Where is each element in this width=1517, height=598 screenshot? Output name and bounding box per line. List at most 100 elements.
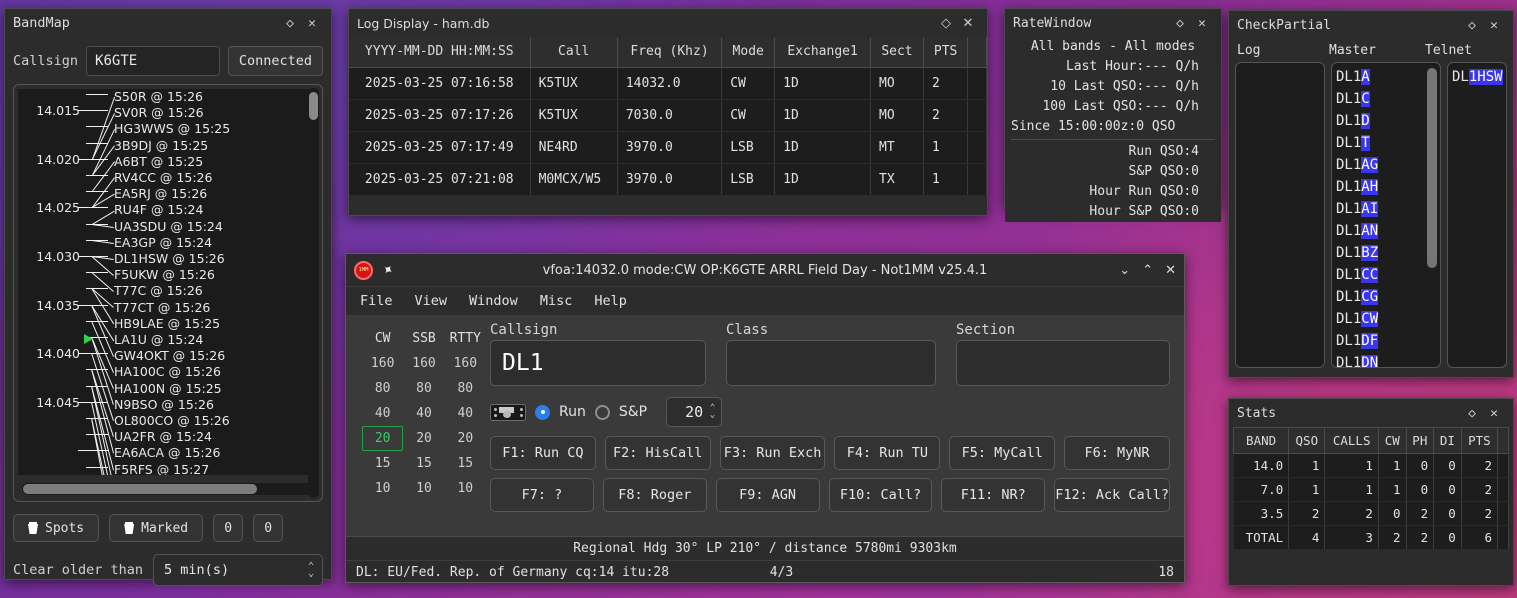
log-column-header[interactable]: YYYY-MM-DD HH:MM:SS bbox=[349, 37, 531, 68]
log-column-header[interactable]: Exchange1 bbox=[774, 37, 872, 68]
bandmap-spot[interactable]: GW4OKT @ 15:26 bbox=[114, 348, 225, 363]
menu-item-misc[interactable]: Misc bbox=[540, 293, 573, 309]
bandmap-spot[interactable]: RV4CC @ 15:26 bbox=[114, 170, 212, 185]
log-column-header[interactable]: PTS bbox=[923, 37, 969, 68]
bandmap-spot[interactable]: F5UKW @ 15:26 bbox=[114, 267, 215, 282]
check-partial-master-list[interactable]: DL1A DL1C DL1D DL1T DL1AG DL1AH DL1AI DL1AN DL1B… bbox=[1331, 62, 1441, 368]
bandmap-callsign-input[interactable]: K6GTE bbox=[86, 46, 220, 76]
function-key-f9[interactable]: F9: AGN bbox=[715, 478, 820, 512]
spinner-arrows-icon[interactable]: ⌃ ⌄ bbox=[710, 404, 715, 420]
telnet-list-item[interactable]: DL1HSW bbox=[1452, 66, 1506, 88]
stats-column-header[interactable]: DI bbox=[1433, 427, 1462, 454]
float-icon[interactable]: ◇ bbox=[1169, 13, 1191, 33]
counter-b-button[interactable]: 0 bbox=[253, 514, 284, 542]
stats-column-header[interactable]: PH bbox=[1405, 427, 1435, 454]
bandmap-spot[interactable]: T77C @ 15:26 bbox=[114, 283, 203, 298]
bandmap-spot[interactable]: HG3WWS @ 15:25 bbox=[114, 121, 230, 136]
function-key-f2[interactable]: F2: HisCall bbox=[604, 436, 711, 470]
bandmap-spot[interactable]: DL1HSW @ 15:26 bbox=[114, 251, 225, 266]
close-icon[interactable]: ✕ bbox=[1483, 15, 1505, 35]
master-scrollbar[interactable] bbox=[1426, 66, 1438, 364]
bandmap-spot[interactable]: A6BT @ 15:25 bbox=[114, 154, 203, 169]
callsign-input[interactable]: DL1 bbox=[490, 340, 706, 386]
master-list-item[interactable]: DL1CW bbox=[1336, 308, 1440, 330]
stats-column-header[interactable]: CALLS bbox=[1324, 427, 1379, 454]
band-button-cw-15[interactable]: 15 bbox=[362, 451, 403, 476]
close-icon[interactable]: ✕ bbox=[957, 13, 979, 33]
spinner-arrows-icon[interactable]: ⌃ ⌄ bbox=[308, 562, 314, 579]
table-row[interactable]: 14.0 1 1 1 0 0 2 bbox=[1233, 453, 1509, 478]
close-icon[interactable]: ✕ bbox=[1191, 13, 1213, 33]
stats-column-header[interactable]: PTS bbox=[1460, 427, 1499, 454]
function-key-f4[interactable]: F4: Run TU bbox=[834, 436, 941, 470]
master-list-item[interactable]: DL1T bbox=[1336, 132, 1440, 154]
radio-transceiver-icon[interactable] bbox=[490, 403, 526, 421]
float-icon[interactable]: ◇ bbox=[935, 13, 957, 33]
function-key-f8[interactable]: F8: Roger bbox=[602, 478, 707, 512]
bandmap-spot[interactable]: HA100N @ 15:25 bbox=[114, 381, 222, 396]
bandmap-canvas[interactable]: 14.015 14.020 14.025 14.030 14.035 14.040 14.0… bbox=[18, 89, 318, 475]
master-list-item[interactable]: DL1C bbox=[1336, 88, 1440, 110]
table-row[interactable]: 3.5 2 2 0 2 0 2 bbox=[1233, 501, 1509, 526]
function-key-f1[interactable]: F1: Run CQ bbox=[490, 436, 596, 470]
band-button-cw-20[interactable]: 20 bbox=[362, 426, 404, 451]
master-list-item[interactable]: DL1AH bbox=[1336, 176, 1440, 198]
master-list-item[interactable]: DL1AG bbox=[1336, 154, 1440, 176]
bandmap-spot[interactable]: HB9LAE @ 15:25 bbox=[114, 316, 220, 331]
table-row[interactable]: 7.0 1 1 1 0 0 2 bbox=[1233, 477, 1509, 502]
float-icon[interactable]: ◇ bbox=[1461, 403, 1483, 423]
bandmap-spot[interactable]: S50R @ 15:26 bbox=[114, 89, 203, 104]
counter-a-button[interactable]: 0 bbox=[213, 514, 244, 542]
check-partial-titlebar[interactable]: CheckPartial ◇ ✕ bbox=[1229, 11, 1513, 39]
log-column-header[interactable]: Freq (Khz) bbox=[617, 37, 723, 68]
function-key-f5[interactable]: F5: MyCall bbox=[949, 436, 1056, 470]
not1mm-titlebar[interactable]: 1MM ✦ vfoa:14032.0 mode:CW OP:K6GTE ARRL… bbox=[346, 254, 1184, 286]
menu-item-file[interactable]: File bbox=[360, 293, 393, 309]
band-button-ssb-20[interactable]: 20 bbox=[403, 426, 444, 451]
function-key-f11[interactable]: F11: NR? bbox=[941, 478, 1046, 512]
master-list-item[interactable]: DL1DF bbox=[1336, 330, 1440, 352]
function-key-f12[interactable]: F12: Ack Call? bbox=[1054, 478, 1171, 512]
float-icon[interactable]: ◇ bbox=[279, 13, 301, 33]
band-button-cw-160[interactable]: 160 bbox=[362, 351, 403, 376]
check-partial-telnet-list[interactable]: DL1HSW bbox=[1447, 62, 1507, 368]
bandmap-spot[interactable]: UA2FR @ 15:24 bbox=[114, 429, 212, 444]
band-button-ssb-15[interactable]: 15 bbox=[403, 451, 444, 476]
clear-spots-button[interactable]: Spots bbox=[13, 514, 100, 542]
chevron-down-icon[interactable]: ⌄ bbox=[710, 411, 715, 420]
band-button-ssb-80[interactable]: 80 bbox=[403, 376, 444, 401]
float-icon[interactable]: ◇ bbox=[1461, 15, 1483, 35]
stats-column-header[interactable]: BAND bbox=[1232, 427, 1290, 454]
minimize-icon[interactable]: ⌄ bbox=[1119, 263, 1130, 278]
band-button-rtty-80[interactable]: 80 bbox=[445, 376, 486, 401]
bandmap-spot[interactable]: N9BSO @ 15:26 bbox=[114, 397, 214, 412]
log-display-titlebar[interactable]: Log Display - ham.db ◇ ✕ bbox=[349, 9, 987, 37]
bandmap-spot[interactable]: RU4F @ 15:24 bbox=[114, 202, 203, 217]
cq-repeat-spinbox[interactable]: 20 ⌃ ⌄ bbox=[666, 397, 723, 427]
chevron-down-icon[interactable]: ⌄ bbox=[308, 569, 314, 579]
close-icon[interactable]: ✕ bbox=[1483, 403, 1505, 423]
master-list-item[interactable]: DL1CC bbox=[1336, 264, 1440, 286]
bandmap-spot[interactable]: SV0R @ 15:26 bbox=[114, 105, 204, 120]
bandmap-titlebar[interactable]: BandMap ◇ ✕ bbox=[5, 9, 331, 37]
band-button-ssb-40[interactable]: 40 bbox=[403, 401, 444, 426]
clear-older-spinbox[interactable]: 5 min(s) ⌃ ⌄ bbox=[153, 554, 323, 586]
band-button-ssb-10[interactable]: 10 bbox=[403, 476, 444, 501]
bandmap-spot[interactable]: 3B9DJ @ 15:25 bbox=[114, 138, 208, 153]
band-button-rtty-10[interactable]: 10 bbox=[445, 476, 486, 501]
log-column-header[interactable]: Sect bbox=[870, 37, 924, 68]
bandmap-vertical-scrollbar[interactable] bbox=[308, 88, 319, 498]
band-button-rtty-160[interactable]: 160 bbox=[445, 351, 486, 376]
bandmap-spot[interactable]: LA1U @ 15:24 bbox=[114, 332, 203, 347]
table-row[interactable]: 2025-03-25 07:16:58 K5TUX 14032.0 CW 1D MO 2 bbox=[349, 67, 987, 100]
table-row[interactable]: TOTAL 4 3 2 2 0 6 bbox=[1233, 525, 1509, 550]
function-key-f6[interactable]: F6: MyNR bbox=[1064, 436, 1170, 470]
band-button-rtty-15[interactable]: 15 bbox=[445, 451, 486, 476]
bandmap-spot[interactable]: UA3SDU @ 15:24 bbox=[114, 219, 223, 234]
log-column-header[interactable]: Call bbox=[530, 37, 618, 68]
close-icon[interactable]: ✕ bbox=[1165, 263, 1176, 278]
stats-column-header[interactable]: QSO bbox=[1288, 427, 1326, 454]
band-button-ssb-160[interactable]: 160 bbox=[403, 351, 444, 376]
master-list-item[interactable]: DL1CG bbox=[1336, 286, 1440, 308]
master-list-item[interactable]: DL1BZ bbox=[1336, 242, 1440, 264]
